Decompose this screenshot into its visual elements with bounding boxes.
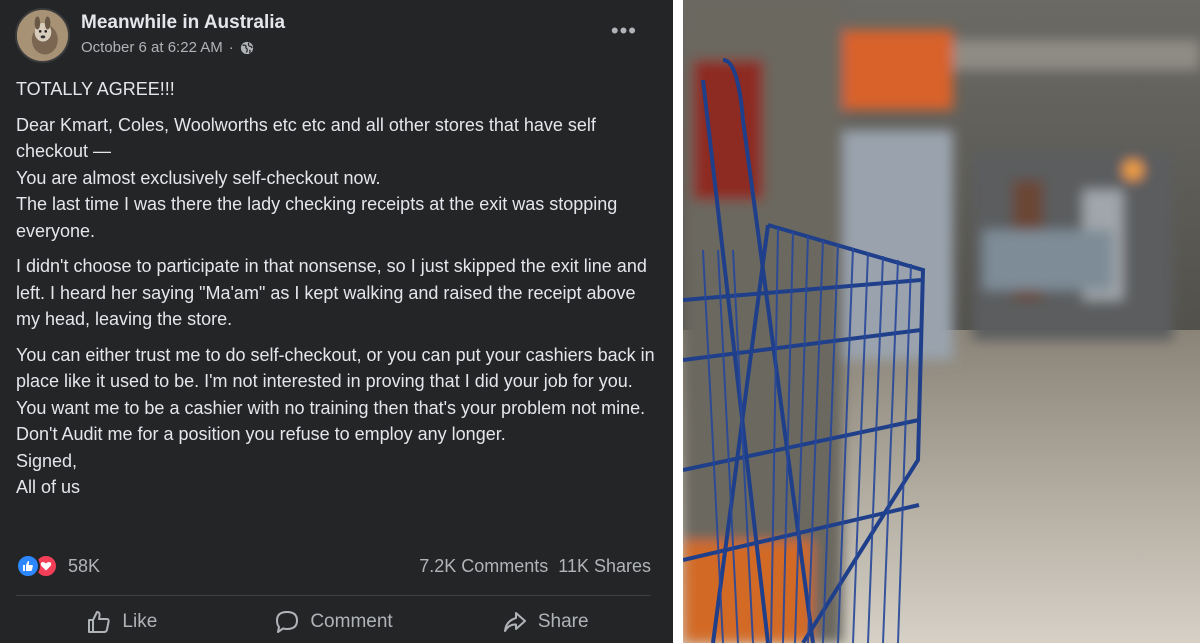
- shares-count[interactable]: 11K Shares: [558, 556, 651, 577]
- post-header: Meanwhile in Australia October 6 at 6:22…: [15, 8, 653, 64]
- facebook-post: Meanwhile in Australia October 6 at 6:22…: [0, 0, 673, 643]
- post-actions: Like Comment Share: [16, 600, 651, 643]
- comment-label: Comment: [310, 610, 393, 632]
- reactions-count: 58K: [68, 555, 101, 576]
- like-label: Like: [122, 610, 158, 632]
- more-options-icon[interactable]: •••: [611, 20, 637, 42]
- page-avatar[interactable]: [15, 8, 70, 63]
- post-meta: October 6 at 6:22 AM ·: [81, 39, 254, 56]
- post-stats: 58K 7.2K Comments 11K Shares: [16, 552, 651, 580]
- comments-count[interactable]: 7.2K Comments: [419, 556, 548, 577]
- engagement-counts: 7.2K Comments 11K Shares: [419, 556, 651, 577]
- share-button[interactable]: Share: [439, 600, 651, 643]
- meta-separator: ·: [228, 39, 234, 56]
- post-paragraph: Dear Kmart, Coles, Woolworths etc etc an…: [16, 114, 618, 241]
- supermarket-cart-photo: [683, 0, 1200, 643]
- share-label: Share: [537, 610, 589, 632]
- reactions-summary[interactable]: 58K: [16, 554, 100, 578]
- like-reaction-icon: [16, 554, 40, 578]
- post-paragraph: You can either trust me to do self-check…: [16, 344, 655, 498]
- post-paragraph: TOTALLY AGREE!!!: [16, 79, 175, 99]
- page-name[interactable]: Meanwhile in Australia: [81, 12, 285, 34]
- comment-button[interactable]: Comment: [228, 600, 440, 643]
- thumbs-up-icon: [88, 610, 111, 633]
- share-arrow-icon: [503, 611, 526, 632]
- post-paragraph: I didn't choose to participate in that n…: [16, 256, 647, 329]
- comment-icon: [276, 610, 299, 633]
- post-timestamp[interactable]: October 6 at 6:22 AM: [81, 39, 223, 56]
- kangaroo-avatar-image: [17, 10, 68, 61]
- globe-icon: [240, 41, 253, 54]
- image-gap: [673, 0, 683, 643]
- shopping-cart-image: [683, 0, 1200, 643]
- like-button[interactable]: Like: [16, 600, 228, 643]
- divider: [16, 595, 651, 596]
- post-body: TOTALLY AGREE!!! Dear Kmart, Coles, Wool…: [16, 76, 661, 510]
